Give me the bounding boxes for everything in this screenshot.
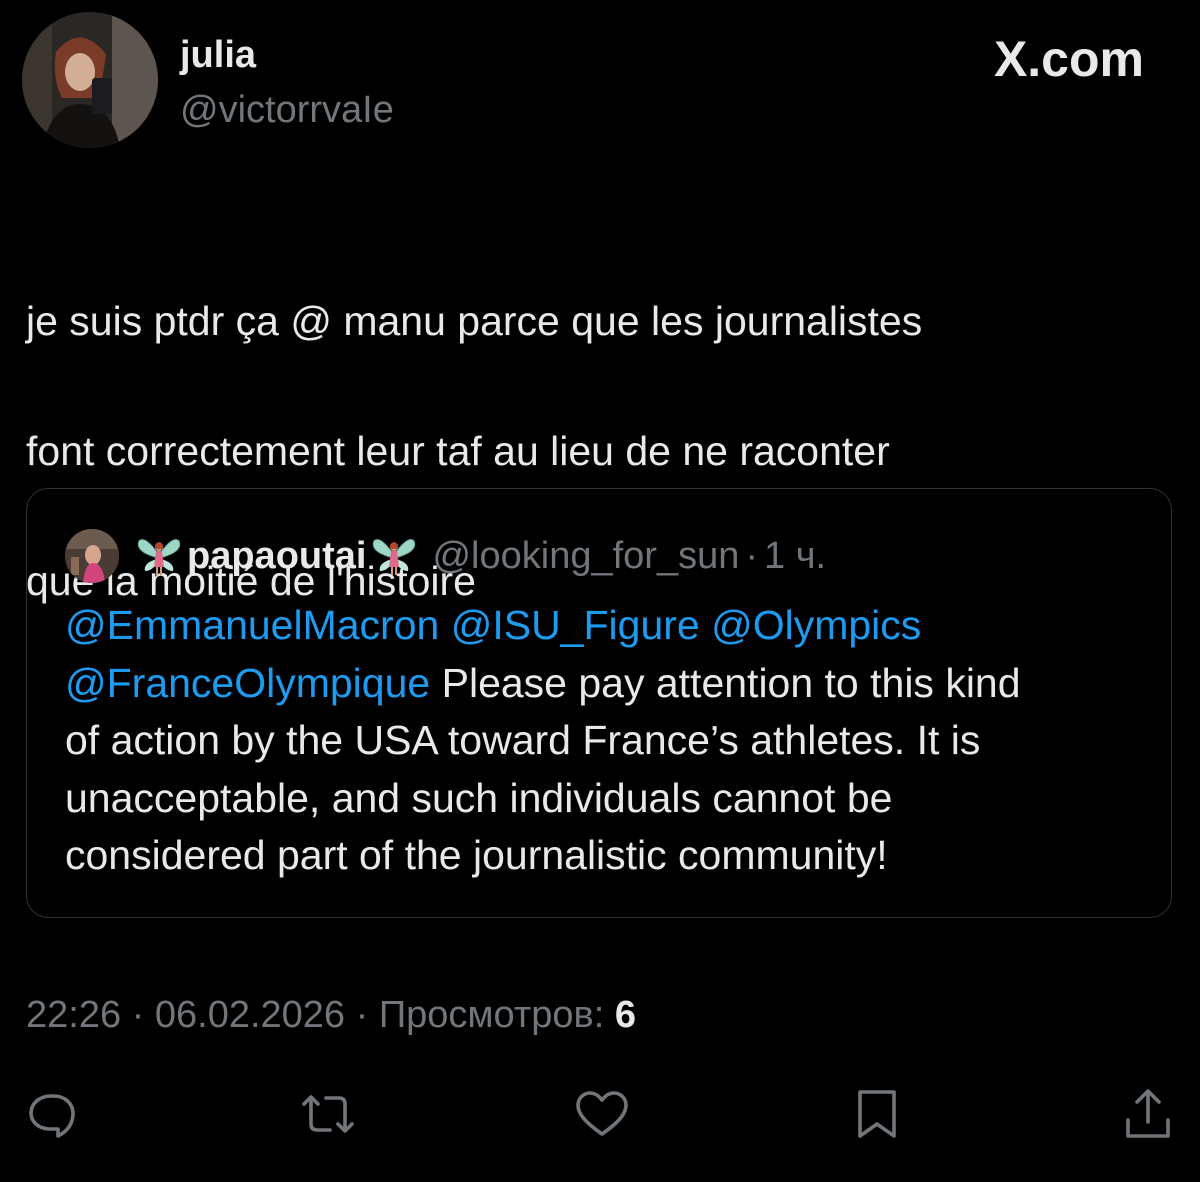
butterfly-fairy-icon	[135, 533, 183, 579]
quoted-text-line: of action by the USA toward France’s ath…	[65, 717, 981, 763]
retweet-icon[interactable]	[300, 1086, 356, 1142]
quoted-text-line: considered part of the journalistic comm…	[65, 832, 888, 878]
views-label: Просмотров:	[378, 994, 605, 1036]
brand-logo: X.com	[993, 31, 1144, 87]
mention-link[interactable]: @Olympics	[711, 602, 921, 648]
tweet-text-line: font correctement leur taf au lieu de ne…	[26, 428, 890, 474]
quoted-author-name[interactable]: papaoutai	[187, 531, 366, 581]
author-handle[interactable]: @victorrvaIe	[180, 88, 394, 132]
quoted-text-line: unacceptable, and such individuals canno…	[65, 774, 893, 821]
share-icon[interactable]	[1120, 1086, 1176, 1142]
tweet-text-line: je suis ptdr ça @ manu parce que les jou…	[26, 298, 923, 344]
separator-dot: ·	[355, 994, 369, 1036]
action-bar	[0, 1080, 1200, 1150]
like-icon[interactable]	[574, 1086, 630, 1142]
quoted-tweet-card[interactable]: papaoutai @looking_for_sun · 1 ч. @Emman…	[26, 488, 1172, 918]
quoted-author-handle[interactable]: @looking_for_sun	[432, 531, 739, 581]
tweet-meta: 22:26 · 06.02.2026 · Просмотров: 6	[26, 990, 636, 1040]
tweet-date[interactable]: 06.02.2026	[155, 994, 345, 1036]
bookmark-icon[interactable]	[850, 1086, 906, 1142]
author-name[interactable]: julia	[180, 33, 256, 77]
mention-link[interactable]: @EmmanuelMacron	[65, 602, 439, 648]
mention-link[interactable]: @FranceOlympique	[65, 660, 430, 706]
butterfly-fairy-icon	[370, 533, 418, 579]
reply-icon[interactable]	[24, 1086, 80, 1142]
tweet-time[interactable]: 22:26	[26, 994, 121, 1036]
separator-dot: ·	[131, 994, 145, 1036]
quoted-tweet-text: @EmmanuelMacron @ISU_Figure @Olympics @F…	[65, 597, 1155, 885]
quoted-text-line: Please pay attention to this kind	[441, 659, 1021, 706]
quoted-tweet-header: papaoutai @looking_for_sun · 1 ч.	[135, 531, 826, 581]
mention-link[interactable]: @ISU_Figure	[451, 602, 700, 648]
quoted-author-avatar[interactable]	[65, 529, 119, 583]
author-avatar[interactable]	[22, 12, 158, 148]
separator-dot: ·	[745, 535, 759, 577]
quoted-tweet-time[interactable]: 1 ч.	[764, 531, 826, 581]
views-count: 6	[614, 994, 636, 1036]
